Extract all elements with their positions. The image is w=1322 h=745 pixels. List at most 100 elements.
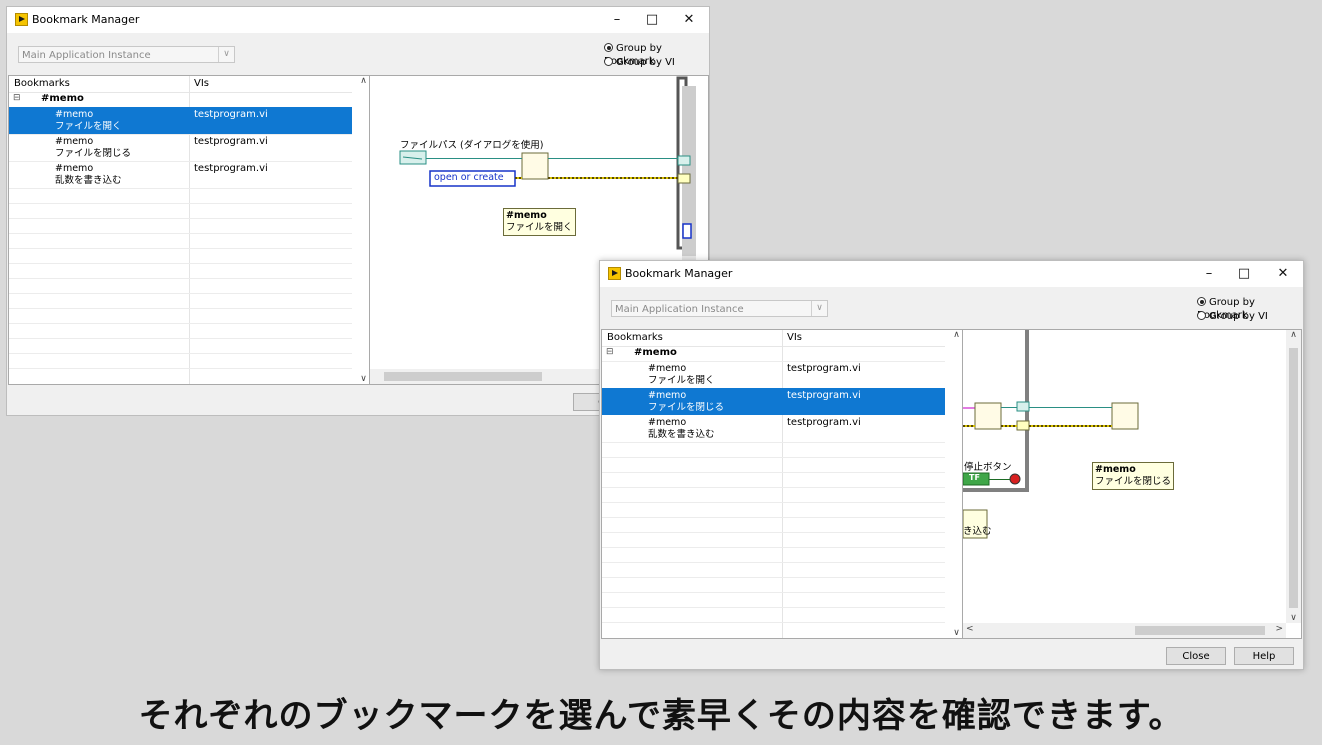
vi-name: testprogram.vi xyxy=(787,390,861,401)
chevron-down-icon: ∨ xyxy=(811,301,827,316)
bookmark-list[interactable]: Bookmarks VIs ⊟ #memo #memo ファイルを開く testp… xyxy=(8,75,372,385)
error-wire xyxy=(963,425,975,427)
memo-text: ファイルを開く xyxy=(506,222,573,233)
radio-unselected-icon xyxy=(604,57,613,66)
preview-vertical-scrollbar[interactable]: ∧ ∨ xyxy=(1286,330,1301,623)
labview-app-icon xyxy=(608,267,621,280)
application-instance-value: Main Application Instance xyxy=(22,50,151,61)
scroll-up-arrow-icon[interactable]: ∧ xyxy=(1286,330,1301,340)
partial-memo-text: き込む xyxy=(963,526,992,537)
bookmark-text: ファイルを開く xyxy=(648,375,715,386)
scroll-down-arrow-icon[interactable]: ∨ xyxy=(1286,613,1301,623)
group-name: #memo xyxy=(634,347,677,358)
vi-name: testprogram.vi xyxy=(194,109,268,120)
bookmark-text: 乱数を書き込む xyxy=(648,429,715,440)
file-path-wire xyxy=(426,158,522,159)
window-title: Bookmark Manager xyxy=(625,267,733,280)
bookmark-tag: #memo xyxy=(55,109,94,120)
list-item[interactable]: #memo ファイルを開く testprogram.vi xyxy=(9,107,352,134)
scroll-right-arrow-icon[interactable]: > xyxy=(1275,624,1283,634)
preview-horizontal-scrollbar[interactable]: < > xyxy=(963,623,1286,638)
group-by-vi-radio[interactable]: Group by VI xyxy=(1197,310,1268,323)
open-file-function xyxy=(521,152,549,180)
labview-app-icon xyxy=(15,13,28,26)
file-refnum-wire xyxy=(1001,407,1017,408)
collapse-icon[interactable]: ⊟ xyxy=(13,93,21,103)
list-header: Bookmarks VIs xyxy=(9,76,352,93)
caption-text: それぞれのブックマークを選んで素早くその内容を確認できます。 xyxy=(138,696,1184,736)
close-window-button[interactable]: ✕ xyxy=(1268,265,1298,283)
error-wire xyxy=(548,177,678,179)
error-wire xyxy=(1029,425,1112,427)
vi-name: testprogram.vi xyxy=(194,163,268,174)
memo-text: ファイルを閉じる xyxy=(1095,476,1172,487)
stop-condition-icon xyxy=(1009,473,1021,485)
bookmark-text: ファイルを閉じる xyxy=(55,148,132,159)
vi-name: testprogram.vi xyxy=(194,136,268,147)
error-wire xyxy=(1001,425,1017,427)
title-bar: Bookmark Manager – □ ✕ xyxy=(600,261,1303,287)
help-button[interactable]: Help xyxy=(1234,647,1294,665)
title-bar: Bookmark Manager – □ ✕ xyxy=(7,7,709,33)
close-button[interactable]: Close xyxy=(1166,647,1226,665)
tf-label: TF xyxy=(969,473,980,482)
maximize-button[interactable]: □ xyxy=(1229,265,1259,283)
list-item[interactable]: #memo 乱数を書き込む testprogram.vi xyxy=(602,415,945,442)
window-title: Bookmark Manager xyxy=(32,13,140,26)
enum-wire xyxy=(515,177,522,179)
application-instance-select[interactable]: Main Application Instance ∨ xyxy=(18,46,235,63)
list-item[interactable]: #memo ファイルを開く testprogram.vi xyxy=(602,361,945,388)
vis-column-header[interactable]: VIs xyxy=(787,332,802,343)
maximize-button[interactable]: □ xyxy=(637,11,667,29)
group-name: #memo xyxy=(41,93,84,104)
close-file-function xyxy=(1111,402,1139,430)
bookmark-tag: #memo xyxy=(648,417,687,428)
bookmarks-column-header[interactable]: Bookmarks xyxy=(607,332,663,343)
bookmark-tag: #memo xyxy=(648,363,687,374)
bookmark-tag: #memo xyxy=(55,163,94,174)
group-row[interactable]: ⊟ #memo xyxy=(602,346,945,361)
list-item[interactable]: #memo ファイルを閉じる testprogram.vi xyxy=(602,388,945,415)
chevron-down-icon: ∨ xyxy=(218,47,234,62)
bookmark-text: ファイルを開く xyxy=(55,121,122,132)
bookmark-list[interactable]: Bookmarks VIs ⊟ #memo #memo ファイルを開く testp… xyxy=(601,329,965,639)
bookmark-tag: #memo xyxy=(55,136,94,147)
radio-selected-icon xyxy=(1197,297,1206,306)
bookmark-manager-window-front: Bookmark Manager – □ ✕ Main Application … xyxy=(599,260,1304,670)
boolean-wire xyxy=(989,479,1010,480)
vis-column-header[interactable]: VIs xyxy=(194,78,209,89)
block-diagram-preview: 停止ボタン TF き込む #memo ファイルを閉じる ∧ ∨ < > xyxy=(962,329,1302,639)
memo-tag: #memo xyxy=(506,210,547,221)
list-item[interactable]: #memo ファイルを閉じる testprogram.vi xyxy=(9,134,352,161)
application-instance-select[interactable]: Main Application Instance ∨ xyxy=(611,300,828,317)
list-header: Bookmarks VIs xyxy=(602,330,945,347)
scroll-thumb[interactable] xyxy=(1289,348,1298,608)
scroll-thumb[interactable] xyxy=(384,372,542,381)
vi-name: testprogram.vi xyxy=(787,363,861,374)
bookmarks-column-header[interactable]: Bookmarks xyxy=(14,78,70,89)
write-file-function xyxy=(974,402,1002,430)
scroll-thumb[interactable] xyxy=(1135,626,1265,635)
radio-selected-icon xyxy=(604,43,613,52)
stop-button-label: 停止ボタン xyxy=(964,462,1012,473)
collapse-icon[interactable]: ⊟ xyxy=(606,347,614,357)
application-instance-value: Main Application Instance xyxy=(615,304,744,315)
file-refnum-wire xyxy=(1029,407,1112,408)
group-by-vi-radio[interactable]: Group by VI xyxy=(604,56,675,69)
close-window-button[interactable]: ✕ xyxy=(674,11,704,29)
scroll-left-arrow-icon[interactable]: < xyxy=(966,624,974,634)
bookmark-text: ファイルを閉じる xyxy=(648,402,725,413)
vi-name: testprogram.vi xyxy=(787,417,861,428)
list-item[interactable]: #memo 乱数を書き込む testprogram.vi xyxy=(9,161,352,188)
group-by-vi-label: Group by VI xyxy=(616,57,675,68)
file-refnum-wire xyxy=(548,158,678,159)
group-row[interactable]: ⊟ #memo xyxy=(9,92,352,107)
minimize-button[interactable]: – xyxy=(1194,265,1224,283)
open-or-create-label: open or create xyxy=(434,172,504,183)
memo-bookmark-comment: #memo ファイルを閉じる xyxy=(1092,462,1175,490)
memo-bookmark-comment: #memo ファイルを開く xyxy=(503,208,576,236)
minimize-button[interactable]: – xyxy=(602,11,632,29)
group-by-vi-label: Group by VI xyxy=(1209,311,1268,322)
bookmark-tag: #memo xyxy=(648,390,687,401)
radio-unselected-icon xyxy=(1197,311,1206,320)
